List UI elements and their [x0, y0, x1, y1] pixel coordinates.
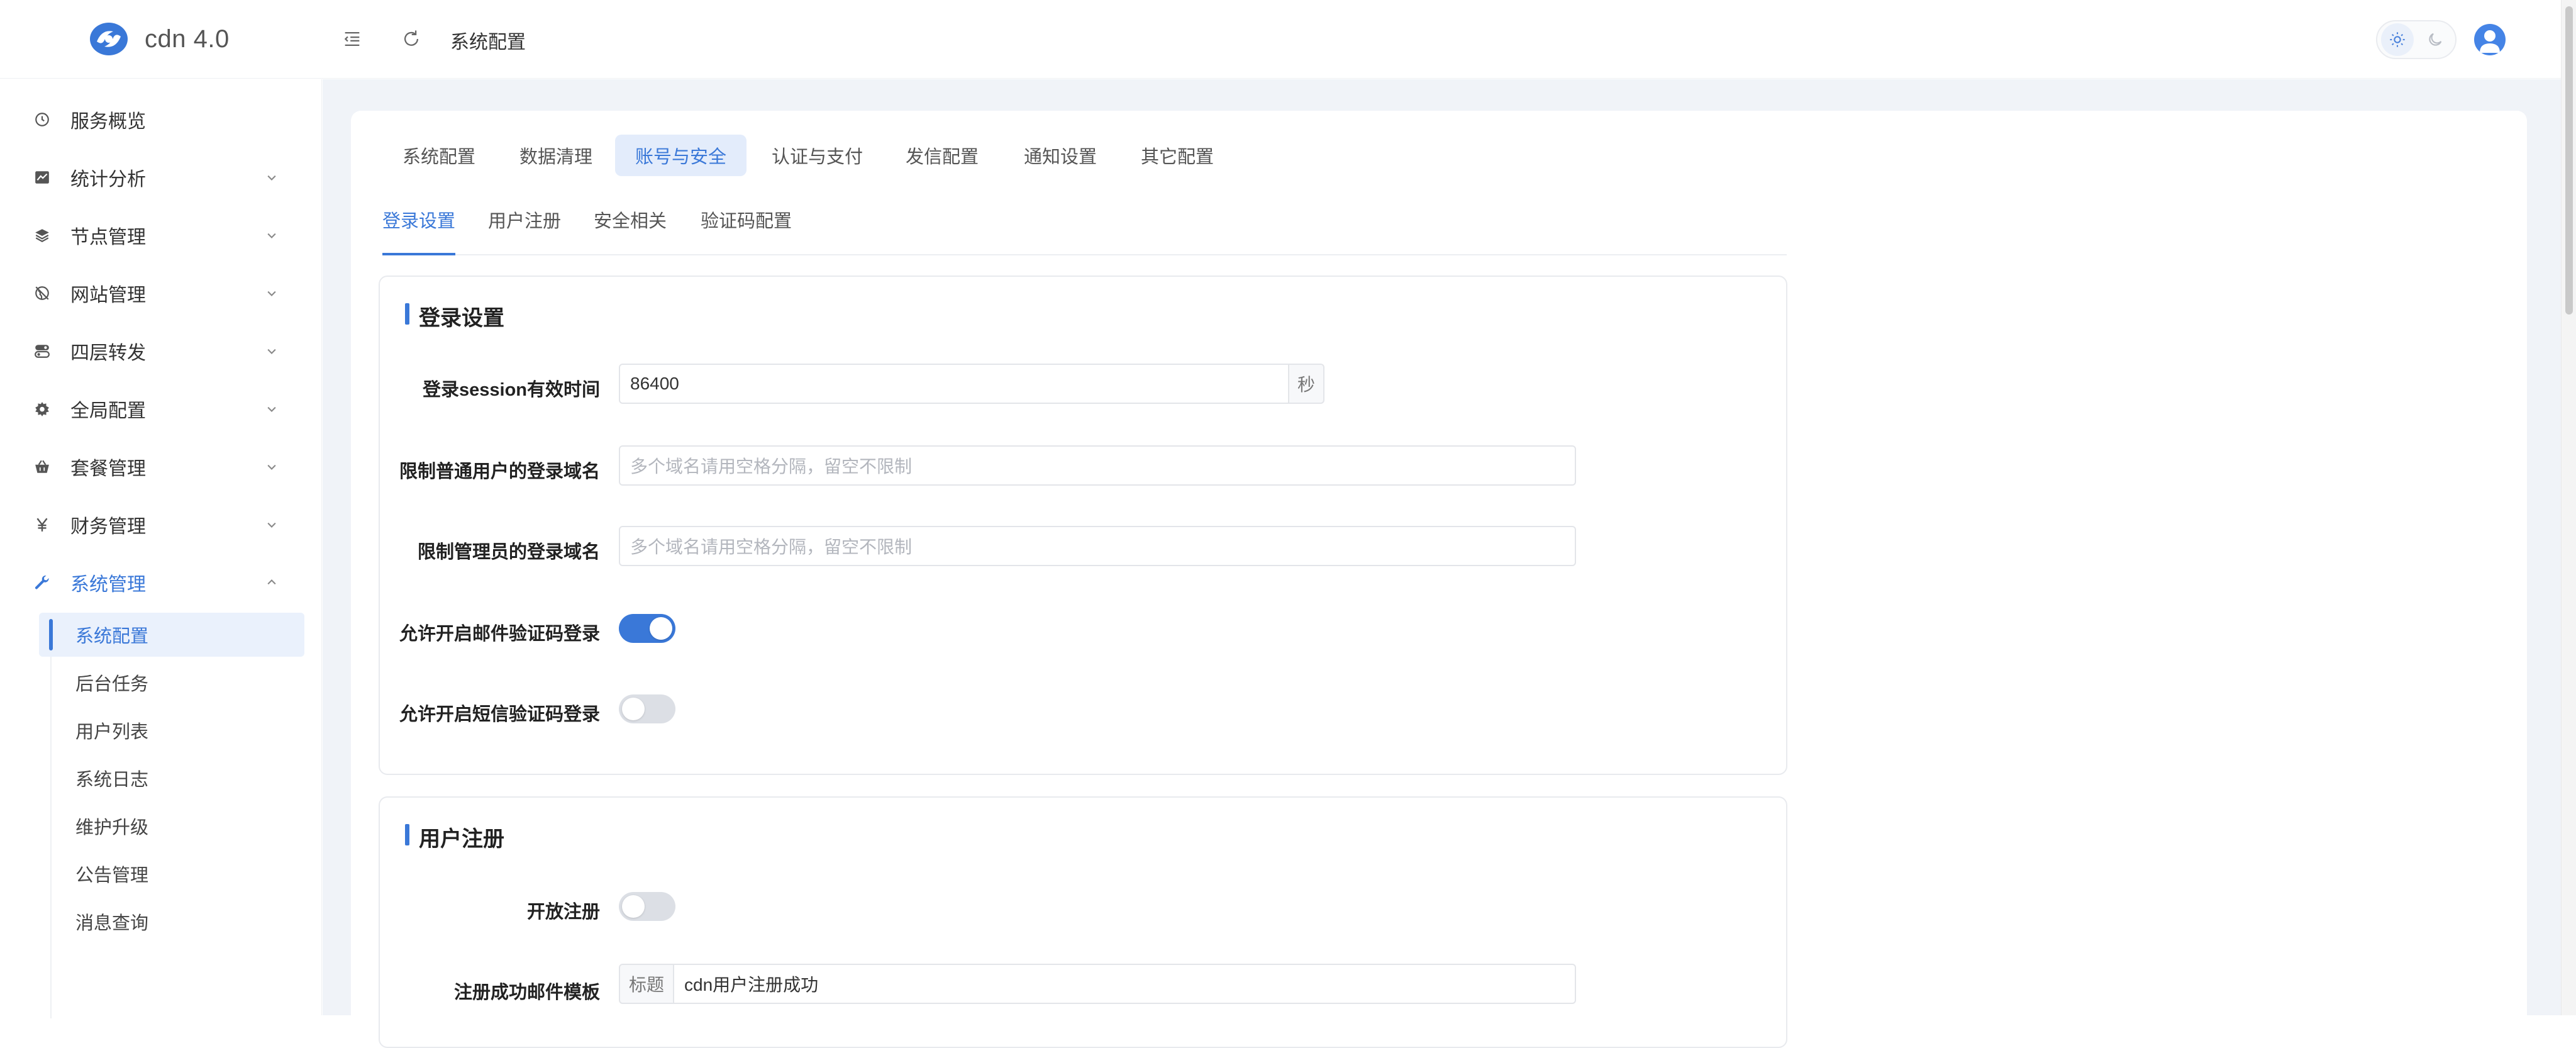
menu-fold-icon[interactable] [338, 25, 366, 53]
sms-code-login-label: 允许开启短信验证码登录 [399, 705, 600, 725]
sidebar-item-label: 网站管理 [70, 285, 146, 306]
sidebar-item-label: 节点管理 [70, 227, 146, 248]
sidebar-item-websites[interactable]: 网站管理 [0, 264, 322, 322]
admin-domain-label: 限制管理员的登录域名 [417, 542, 600, 562]
email-code-login-switch[interactable] [619, 614, 675, 643]
success-mail-title-input[interactable]: cdn用户注册成功 [673, 964, 1576, 1004]
sidebar-subitem-label: 维护升级 [75, 818, 149, 838]
sms-code-login-switch[interactable] [619, 694, 675, 723]
sidebar: 服务概览 统计分析 节点管理 网站管理 四层转发 全局配置 套餐管理 财务管理 … [0, 79, 322, 1018]
gear-icon [31, 398, 53, 420]
app-logo[interactable]: cdn 4.0 [88, 20, 230, 58]
sidebar-item-global-config[interactable]: 全局配置 [0, 380, 322, 438]
sidebar-subitem-messages[interactable]: 消息查询 [39, 900, 304, 944]
chevron-down-icon [267, 406, 276, 412]
sidebar-item-statistics[interactable]: 统计分析 [0, 148, 322, 206]
user-avatar[interactable] [2474, 24, 2506, 55]
sidebar-item-layer4-forward[interactable]: 四层转发 [0, 322, 322, 380]
page-scrollbar[interactable] [2561, 0, 2576, 1015]
tab-other-config[interactable]: 其它配置 [1121, 135, 1234, 176]
login-settings-section: 登录设置 登录session有效时间 86400 秒 限制普通用户的登录域名 多… [379, 276, 1787, 775]
sidebar-item-label: 四层转发 [70, 343, 146, 364]
chevron-down-icon [267, 348, 276, 354]
tab-account-security[interactable]: 账号与安全 [615, 135, 747, 176]
sidebar-item-label: 系统管理 [70, 574, 146, 595]
chevron-down-icon [267, 175, 276, 181]
sidebar-subitem-system-config[interactable]: 系统配置 [39, 613, 304, 657]
sidebar-item-packages[interactable]: 套餐管理 [0, 438, 322, 496]
user-register-section: 用户注册 开放注册 注册成功邮件模板 标题 cdn用户注册成功 [379, 796, 1787, 1048]
sidebar-item-label: 套餐管理 [70, 459, 146, 479]
cdn-logo-icon [90, 23, 128, 55]
sidebar-item-nodes[interactable]: 节点管理 [0, 206, 322, 264]
sidebar-subitem-label: 后台任务 [75, 674, 149, 694]
dashboard-icon [31, 109, 53, 130]
chevron-down-icon [267, 291, 276, 296]
sidebar-subitem-label: 用户列表 [75, 722, 149, 742]
sidebar-subitem-system-log[interactable]: 系统日志 [39, 756, 304, 800]
sidebar-item-label: 财务管理 [70, 516, 146, 537]
breadcrumb: 系统配置 [450, 32, 526, 53]
top-header: cdn 4.0 系统配置 [0, 0, 2561, 79]
subtab-user-register[interactable]: 用户注册 [488, 206, 561, 248]
section-title: 登录设置 [405, 301, 504, 332]
chevron-down-icon [267, 233, 276, 238]
sidebar-item-system[interactable]: 系统管理 [0, 554, 322, 611]
theme-toggle[interactable] [2376, 20, 2457, 59]
sidebar-subitem-background-tasks[interactable]: 后台任务 [39, 661, 304, 705]
subtab-login-settings[interactable]: 登录设置 [382, 206, 456, 255]
forward-icon [31, 340, 53, 362]
tab-system-config[interactable]: 系统配置 [382, 135, 496, 176]
sub-tabs: 登录设置 用户注册 安全相关 验证码配置 [382, 203, 1787, 255]
sidebar-subitem-maintenance[interactable]: 维护升级 [39, 804, 304, 848]
basket-icon [31, 456, 53, 477]
wrench-icon [31, 572, 53, 593]
email-code-login-label: 允许开启邮件验证码登录 [399, 624, 600, 644]
user-icon [2480, 30, 2500, 53]
session-unit-addon: 秒 [1288, 364, 1324, 404]
sidebar-item-label: 统计分析 [70, 169, 146, 190]
chevron-up-icon [267, 579, 276, 585]
subtab-captcha[interactable]: 验证码配置 [701, 206, 792, 248]
chevron-down-icon [267, 464, 276, 470]
sidebar-subitem-label: 公告管理 [75, 866, 149, 886]
tab-mail-config[interactable]: 发信配置 [886, 135, 999, 176]
sidebar-item-overview[interactable]: 服务概览 [0, 91, 322, 148]
layers-icon [31, 225, 53, 246]
sidebar-subitem-user-list[interactable]: 用户列表 [39, 708, 304, 752]
mail-title-addon: 标题 [619, 964, 674, 1004]
section-title: 用户注册 [405, 822, 504, 852]
tab-data-cleanup[interactable]: 数据清理 [499, 135, 613, 176]
moon-icon [2419, 23, 2451, 56]
sidebar-subitem-label: 消息查询 [75, 913, 149, 934]
success-mail-template-label: 注册成功邮件模板 [453, 983, 600, 1003]
sidebar-subitem-announcements[interactable]: 公告管理 [39, 852, 304, 896]
sidebar-item-label: 服务概览 [70, 111, 146, 132]
admin-domain-input[interactable]: 多个域名请用空格分隔，留空不限制 [619, 526, 1576, 566]
user-domain-input[interactable]: 多个域名请用空格分隔，留空不限制 [619, 445, 1576, 486]
sidebar-item-label: 全局配置 [70, 401, 146, 421]
refresh-icon[interactable] [397, 25, 425, 53]
tab-notification[interactable]: 通知设置 [1004, 135, 1117, 176]
subtab-security[interactable]: 安全相关 [594, 206, 667, 248]
yen-icon [31, 514, 53, 535]
open-register-label: 开放注册 [526, 902, 600, 922]
scrollbar-thumb[interactable] [2565, 6, 2573, 315]
session-timeout-label: 登录session有效时间 [423, 380, 600, 400]
sidebar-item-finance[interactable]: 财务管理 [0, 496, 322, 554]
session-timeout-input[interactable]: 86400 [619, 364, 1289, 404]
chart-icon [31, 167, 53, 188]
user-domain-label: 限制普通用户的登录域名 [399, 462, 600, 482]
sidebar-subitem-label: 系统配置 [75, 627, 149, 647]
app-name: cdn 4.0 [145, 25, 230, 53]
open-register-switch[interactable] [619, 892, 675, 921]
globe-icon [31, 282, 53, 304]
sun-icon [2381, 23, 2414, 56]
chevron-down-icon [267, 522, 276, 528]
sidebar-subitem-label: 系统日志 [75, 770, 149, 790]
tab-auth-payment[interactable]: 认证与支付 [752, 135, 883, 176]
